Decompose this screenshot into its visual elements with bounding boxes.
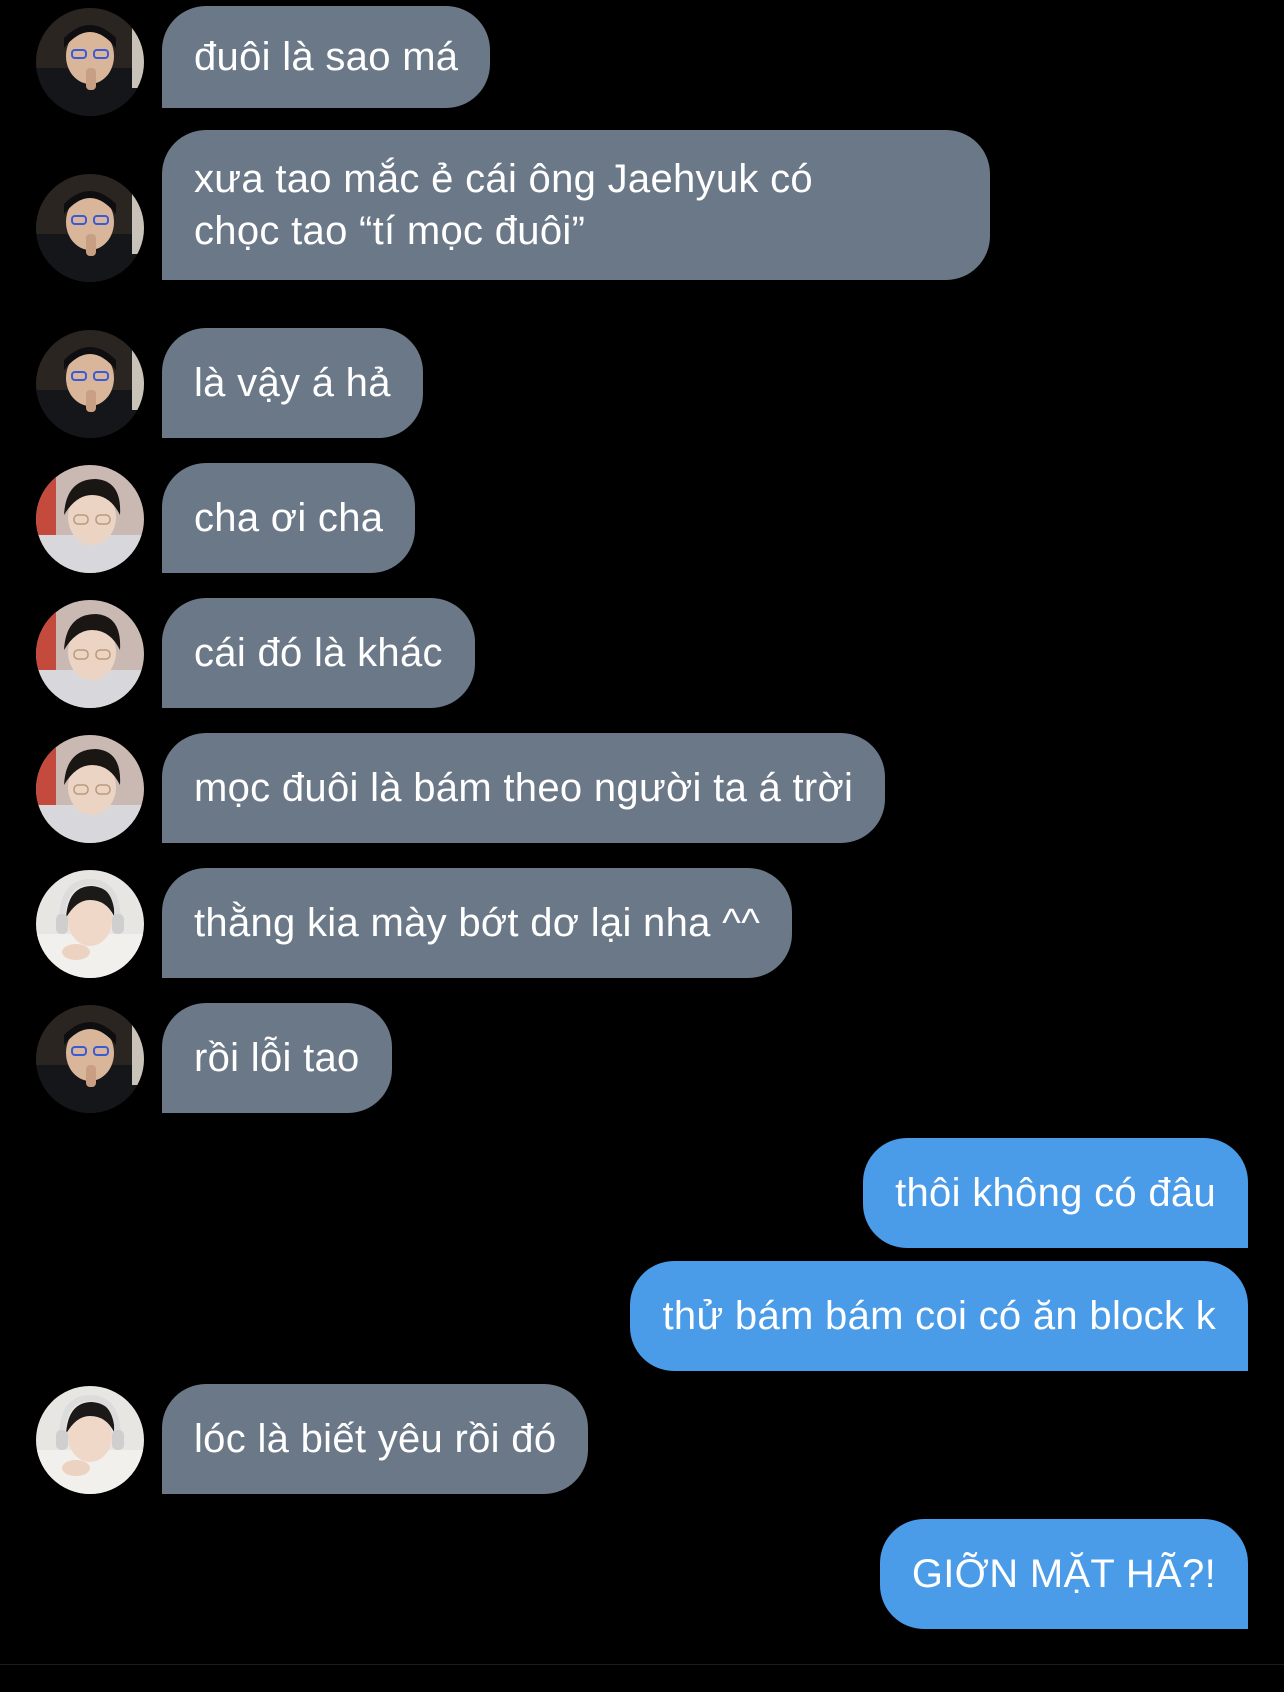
- message-bubble-incoming[interactable]: rồi lỗi tao: [162, 1003, 392, 1113]
- divider: [0, 1664, 1284, 1665]
- message-text: đuôi là sao má: [194, 35, 459, 79]
- avatar-c[interactable]: [36, 1386, 144, 1494]
- message-text: là vậy á hả: [194, 361, 391, 405]
- avatar-a[interactable]: [36, 330, 144, 438]
- avatar-a[interactable]: [36, 174, 144, 282]
- message-text-line-2: chọc tao “tí mọc đuôi”: [194, 209, 586, 253]
- avatar-b[interactable]: [36, 465, 144, 573]
- message-text: thử bám bám coi có ăn block k: [662, 1294, 1216, 1338]
- message-text: thằng kia mày bớt dơ lại nha ^^: [194, 901, 761, 945]
- message-bubble-incoming[interactable]: đuôi là sao má: [162, 6, 491, 108]
- avatar-b[interactable]: [36, 600, 144, 708]
- message-bubble-incoming[interactable]: cái đó là khác: [162, 598, 475, 708]
- message-bubble-incoming[interactable]: thằng kia mày bớt dơ lại nha ^^: [162, 868, 793, 978]
- message-row: cái đó là khác: [0, 598, 1284, 708]
- message-row: lóc là biết yêu rồi đó: [0, 1384, 1284, 1494]
- message-bubble-incoming[interactable]: là vậy á hả: [162, 328, 423, 438]
- message-text: rồi lỗi tao: [194, 1036, 360, 1080]
- message-bubble-incoming[interactable]: cha ơi cha: [162, 463, 416, 573]
- message-text: GIỠN MẶT HÃ?!: [911, 1552, 1216, 1596]
- avatar-a[interactable]: [36, 1005, 144, 1113]
- message-text-line-1: xưa tao mắc ẻ cái ông Jaehyuk có: [194, 157, 813, 201]
- message-row: thằng kia mày bớt dơ lại nha ^^: [0, 868, 1284, 978]
- message-text: mọc đuôi là bám theo người ta á trời: [194, 766, 854, 810]
- message-row: là vậy á hả: [0, 328, 1284, 438]
- message-bubble-outgoing[interactable]: GIỠN MẶT HÃ?!: [879, 1519, 1248, 1629]
- message-bubble-incoming[interactable]: lóc là biết yêu rồi đó: [162, 1384, 589, 1494]
- message-row: mọc đuôi là bám theo người ta á trời: [0, 733, 1284, 843]
- message-row: thử bám bám coi có ăn block k: [0, 1261, 1284, 1371]
- message-row: GIỠN MẶT HÃ?!: [0, 1519, 1284, 1629]
- message-row: đuôi là sao má: [0, 6, 1284, 116]
- chat-thread: đuôi là sao má xưa tao mắc ẻ cái ông Jae…: [0, 0, 1284, 1692]
- message-row: xưa tao mắc ẻ cái ông Jaehyuk có chọc ta…: [0, 130, 1284, 282]
- message-bubble-incoming[interactable]: mọc đuôi là bám theo người ta á trời: [162, 733, 886, 843]
- message-text: cha ơi cha: [194, 496, 384, 540]
- message-text: cái đó là khác: [194, 631, 443, 675]
- avatar-c[interactable]: [36, 870, 144, 978]
- message-row: rồi lỗi tao: [0, 1003, 1284, 1113]
- message-row: thôi không có đâu: [0, 1138, 1284, 1248]
- message-bubble-outgoing[interactable]: thử bám bám coi có ăn block k: [630, 1261, 1248, 1371]
- avatar-b[interactable]: [36, 735, 144, 843]
- message-row: cha ơi cha: [0, 463, 1284, 573]
- avatar-a[interactable]: [36, 8, 144, 116]
- message-bubble-incoming[interactable]: xưa tao mắc ẻ cái ông Jaehyuk có chọc ta…: [162, 130, 990, 280]
- message-text: lóc là biết yêu rồi đó: [194, 1417, 557, 1461]
- message-text: thôi không có đâu: [895, 1171, 1216, 1215]
- message-bubble-outgoing[interactable]: thôi không có đâu: [863, 1138, 1248, 1248]
